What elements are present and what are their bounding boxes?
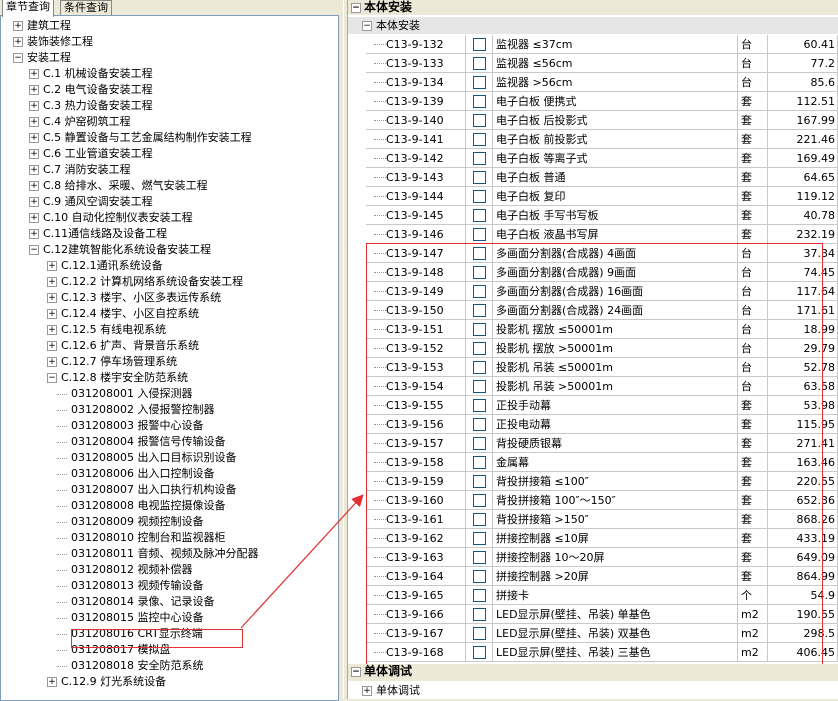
arrow-line	[240, 494, 364, 629]
tab-chapter-query[interactable]: 章节查询	[2, 0, 54, 17]
annotation-arrow	[240, 494, 364, 629]
